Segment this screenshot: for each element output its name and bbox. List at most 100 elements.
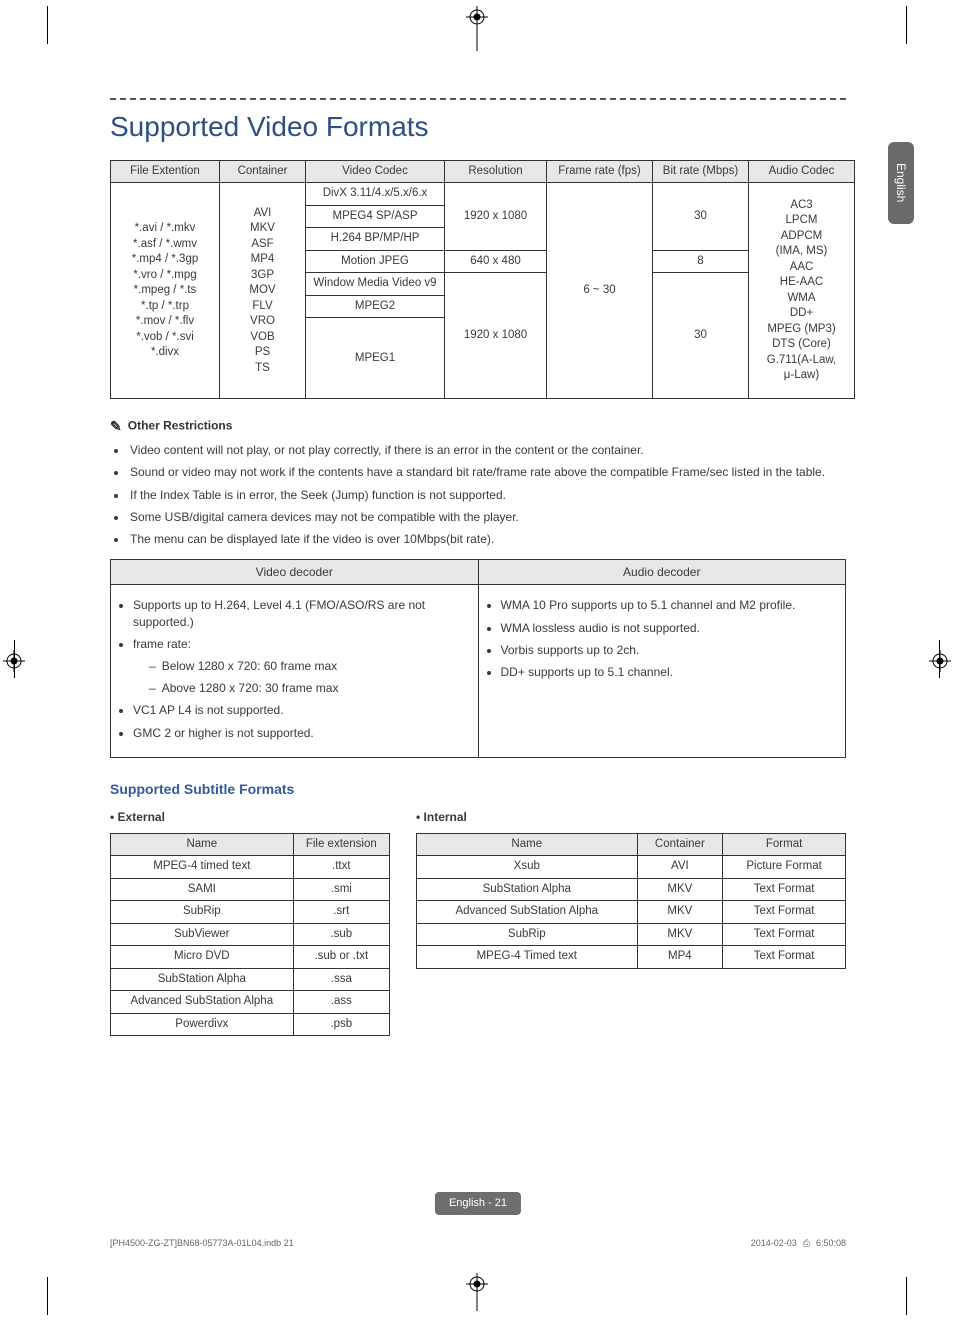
content-area: Supported Video Formats File Extention C… <box>110 98 846 1231</box>
table-cell: .ttxt <box>293 856 389 879</box>
internal-label: Internal <box>416 809 846 825</box>
th-name: Name <box>111 833 294 856</box>
table-cell: Picture Format <box>723 856 846 879</box>
cell-res-top: 1920 x 1080 <box>445 183 547 251</box>
crop-mark <box>906 1277 907 1315</box>
registration-mark-icon <box>929 650 951 672</box>
video-formats-table: File Extention Container Video Codec Res… <box>110 160 855 400</box>
list-item: Above 1280 x 720: 30 frame max <box>149 680 468 696</box>
table-cell: MKV <box>637 923 723 946</box>
table-cell: Text Format <box>723 946 846 969</box>
external-subtitle-column: External Name File extension MPEG-4 time… <box>110 809 390 1037</box>
table-cell: MKV <box>637 901 723 924</box>
table-cell: SubRip <box>111 901 294 924</box>
cell-file-ext: *.avi / *.mkv *.asf / *.wmv *.mp4 / *.3g… <box>111 183 220 399</box>
table-cell: Advanced SubStation Alpha <box>417 901 638 924</box>
table-cell: SubStation Alpha <box>417 878 638 901</box>
table-cell: .ass <box>293 991 389 1014</box>
crop-mark <box>47 6 48 44</box>
list-item: If the Index Table is in error, the Seek… <box>128 487 846 503</box>
subtitle-columns: External Name File extension MPEG-4 time… <box>110 809 846 1037</box>
note-icon: ✎ <box>110 417 122 436</box>
table-cell: .sub or .txt <box>293 946 389 969</box>
cell-res-mj: 640 x 480 <box>445 250 547 273</box>
table-cell: MPEG-4 Timed text <box>417 946 638 969</box>
list-item: Below 1280 x 720: 60 frame max <box>149 658 468 674</box>
title-divider <box>110 98 846 100</box>
cell-codec: H.264 BP/MP/HP <box>306 228 445 251</box>
th-format: Format <box>723 833 846 856</box>
other-restrictions-label: Other Restrictions <box>128 419 233 433</box>
th-file-extension: File extension <box>293 833 389 856</box>
crop-mark <box>477 27 478 51</box>
list-item: frame rate: Below 1280 x 720: 60 frame m… <box>133 636 468 697</box>
th-frame-rate: Frame rate (fps) <box>547 160 653 183</box>
table-cell: MP4 <box>637 946 723 969</box>
list-item: Sound or video may not work if the conte… <box>128 464 846 480</box>
table-cell: Powerdivx <box>111 1013 294 1036</box>
crop-mark <box>906 6 907 44</box>
list-item-label: frame rate: <box>133 637 191 651</box>
crop-mark <box>47 1277 48 1315</box>
table-cell: SAMI <box>111 878 294 901</box>
table-cell: Text Format <box>723 923 846 946</box>
print-icon: ⎙ <box>803 1237 810 1249</box>
cell-codec: MPEG4 SP/ASP <box>306 205 445 228</box>
cell-codec: Window Media Video v9 <box>306 273 445 296</box>
internal-subtitle-column: Internal Name Container Format XsubAVIPi… <box>416 809 846 969</box>
table-cell: SubRip <box>417 923 638 946</box>
list-item: VC1 AP L4 is not supported. <box>133 702 468 718</box>
list-item: Some USB/digital camera devices may not … <box>128 509 846 525</box>
restrictions-list: Video content will not play, or not play… <box>128 442 846 547</box>
list-item: The menu can be displayed late if the vi… <box>128 531 846 547</box>
footer-indb: [PH4500-ZG-ZT]BN68-05773A-01L04.indb 21 <box>110 1237 294 1249</box>
registration-mark-icon <box>466 1273 488 1295</box>
th-resolution: Resolution <box>445 160 547 183</box>
th-video-codec: Video Codec <box>306 160 445 183</box>
other-restrictions-heading: ✎ Other Restrictions <box>110 417 846 436</box>
cell-bitrate-top: 30 <box>653 183 749 251</box>
external-label: External <box>110 809 390 825</box>
footer-datetime: 2014-02-03 ⎙ 6:50:08 <box>751 1237 846 1249</box>
page-title: Supported Video Formats <box>110 108 846 146</box>
cell-container: AVI MKV ASF MP4 3GP MOV FLV VRO VOB PS T… <box>220 183 306 399</box>
th-container: Container <box>220 160 306 183</box>
cell-codec: MPEG1 <box>306 318 445 399</box>
table-cell: MPEG-4 timed text <box>111 856 294 879</box>
registration-mark-icon <box>3 650 25 672</box>
subtitle-section-title: Supported Subtitle Formats <box>110 780 846 799</box>
page-number-label: English - 21 <box>435 1192 521 1215</box>
table-cell: SubViewer <box>111 923 294 946</box>
th-container: Container <box>637 833 723 856</box>
internal-subtitle-table: Name Container Format XsubAVIPicture For… <box>416 833 846 969</box>
cell-bitrate-mj: 8 <box>653 250 749 273</box>
list-item: Vorbis supports up to 2ch. <box>501 642 836 658</box>
cell-codec: DivX 3.11/4.x/5.x/6.x <box>306 183 445 206</box>
page: English Supported Video Formats File Ext… <box>0 0 954 1321</box>
th-audio-decoder: Audio decoder <box>478 560 846 585</box>
table-cell: Micro DVD <box>111 946 294 969</box>
footer-date: 2014-02-03 <box>751 1237 797 1249</box>
table-cell: Text Format <box>723 901 846 924</box>
list-item: WMA lossless audio is not supported. <box>501 620 836 636</box>
list-item: GMC 2 or higher is not supported. <box>133 725 468 741</box>
list-item: Supports up to H.264, Level 4.1 (FMO/ASO… <box>133 597 468 629</box>
footer-time: 6:50:08 <box>816 1237 846 1249</box>
table-cell: .srt <box>293 901 389 924</box>
cell-audio-codec: AC3 LPCM ADPCM (IMA, MS) AAC HE-AAC WMA … <box>749 183 855 399</box>
th-bit-rate: Bit rate (Mbps) <box>653 160 749 183</box>
table-cell: Advanced SubStation Alpha <box>111 991 294 1014</box>
cell-audio-decoder: WMA 10 Pro supports up to 5.1 channel an… <box>478 585 846 757</box>
list-item: Video content will not play, or not play… <box>128 442 846 458</box>
th-audio-codec: Audio Codec <box>749 160 855 183</box>
cell-frame-rate: 6 ~ 30 <box>547 183 653 399</box>
th-video-decoder: Video decoder <box>111 560 479 585</box>
cell-video-decoder: Supports up to H.264, Level 4.1 (FMO/ASO… <box>111 585 479 757</box>
table-cell: Text Format <box>723 878 846 901</box>
cell-res-bot: 1920 x 1080 <box>445 273 547 399</box>
table-cell: .smi <box>293 878 389 901</box>
table-cell: .ssa <box>293 968 389 991</box>
registration-mark-icon <box>466 6 488 28</box>
table-cell: MKV <box>637 878 723 901</box>
cell-codec: Motion JPEG <box>306 250 445 273</box>
